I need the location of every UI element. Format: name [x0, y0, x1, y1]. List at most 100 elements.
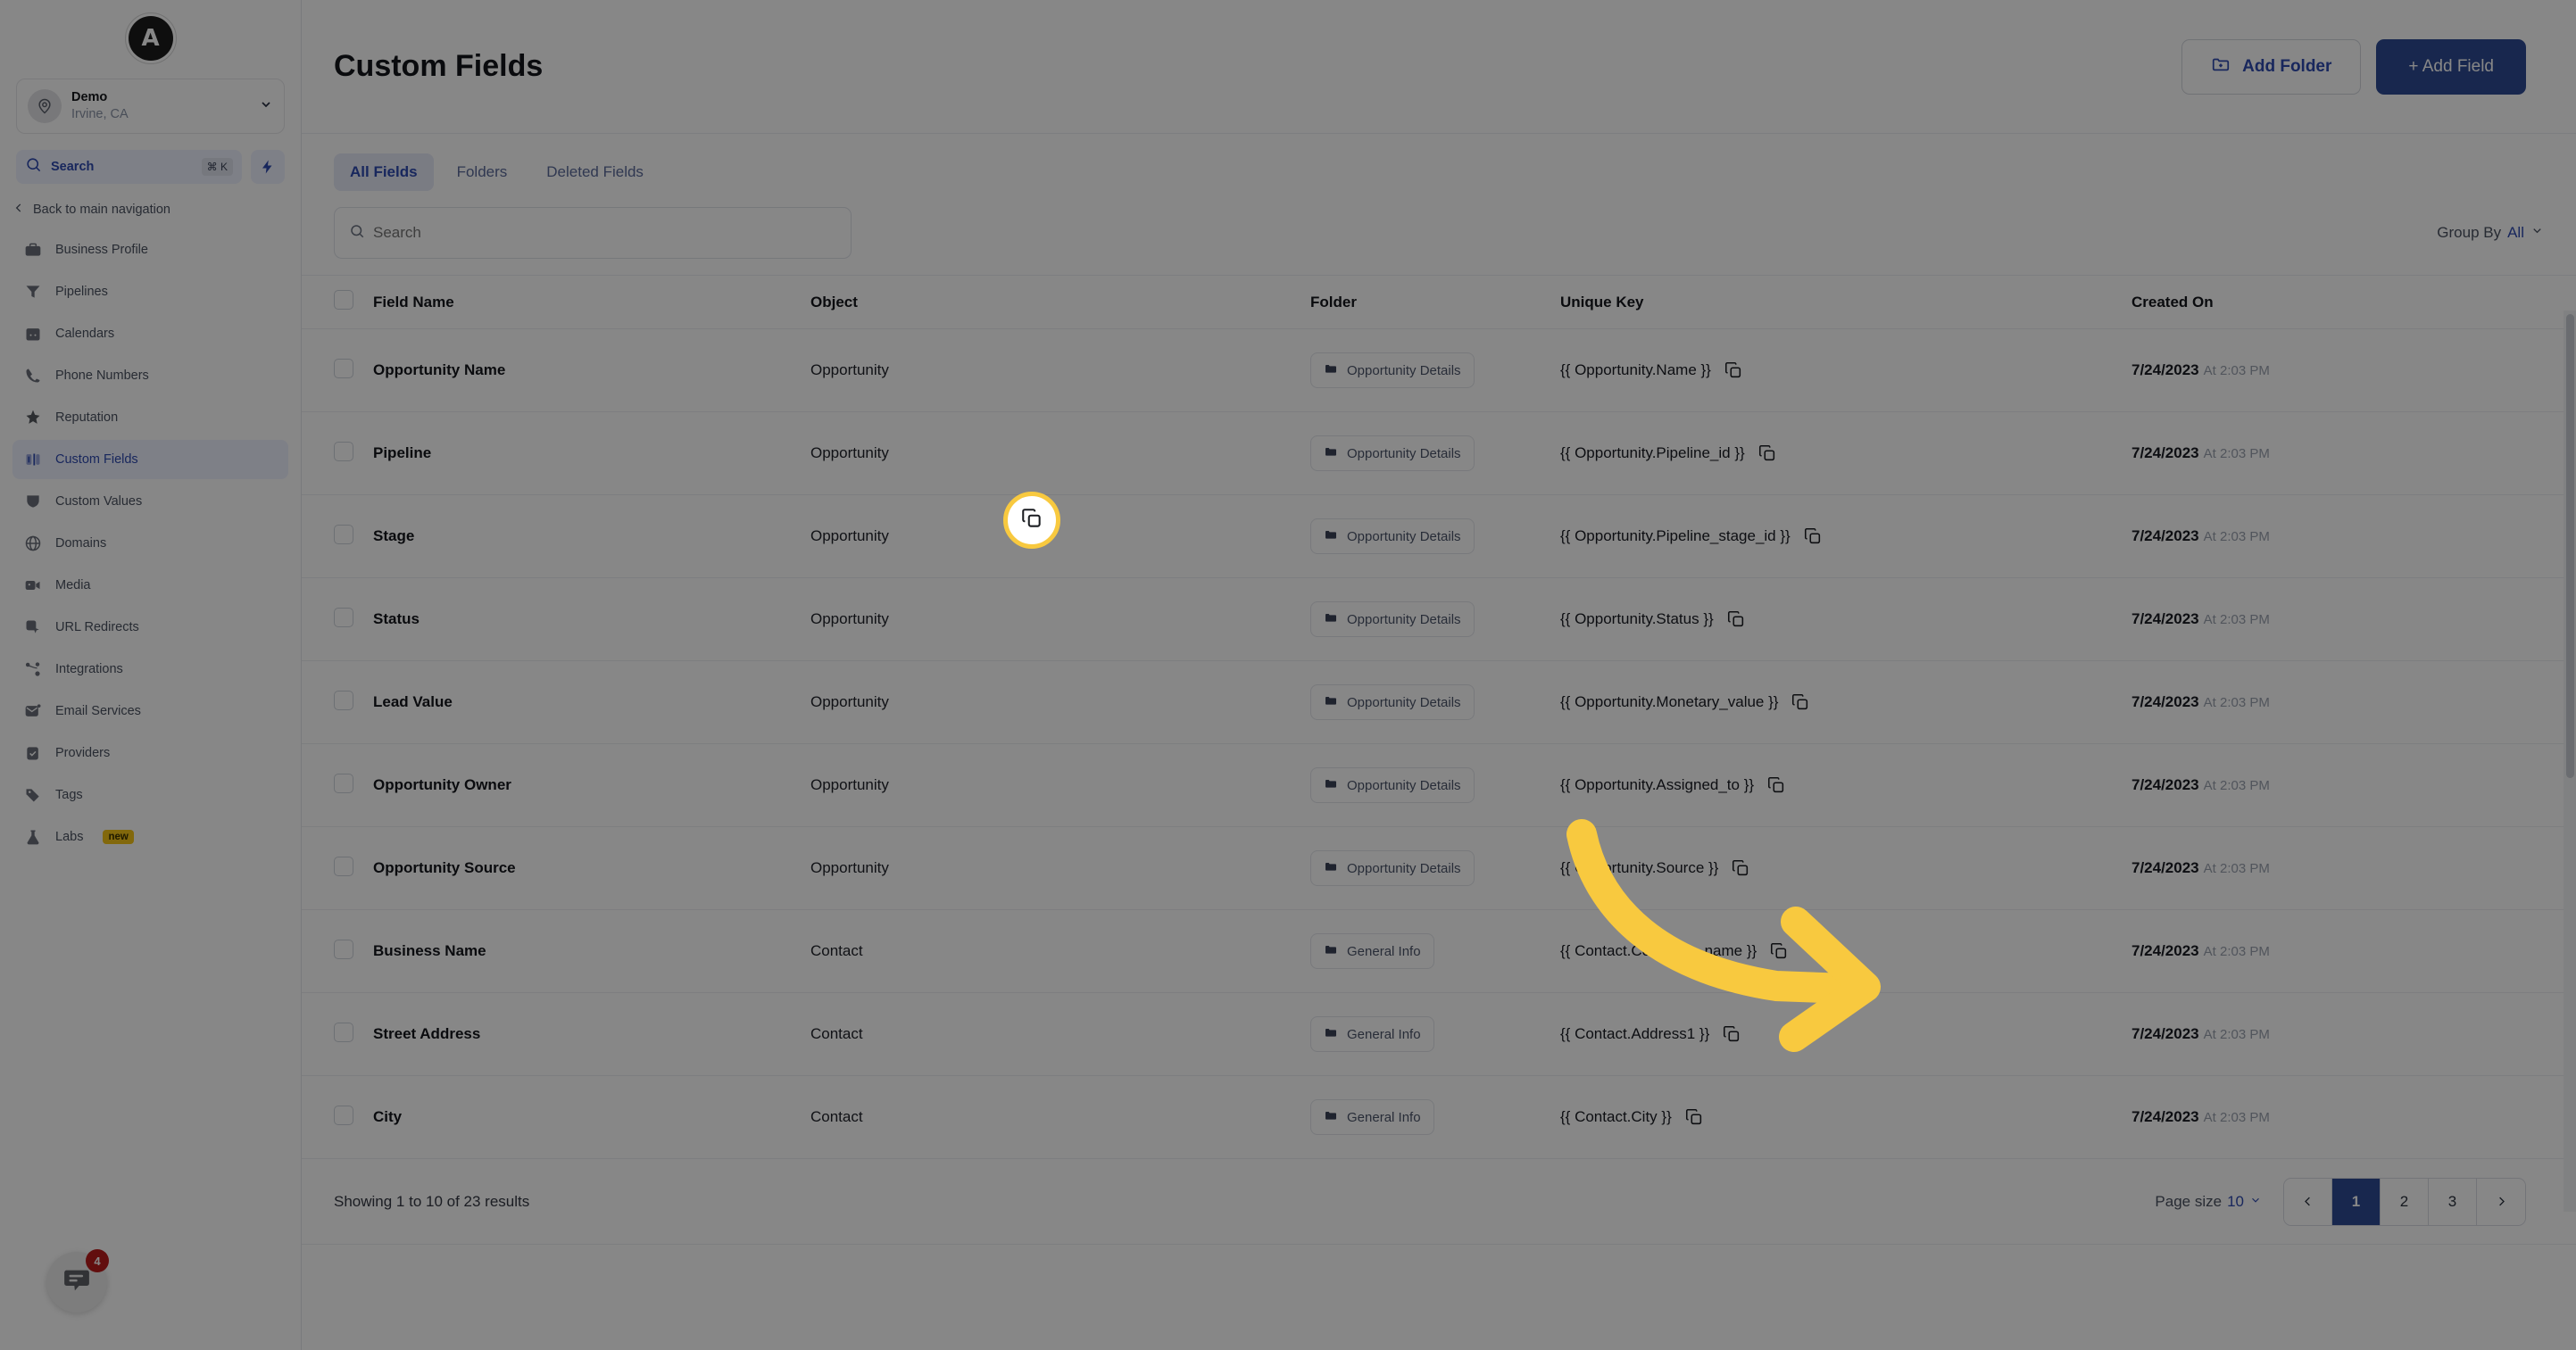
folder-chip[interactable]: Opportunity Details: [1310, 435, 1475, 471]
row-checkbox[interactable]: [334, 939, 353, 959]
folder-chip[interactable]: General Info: [1310, 1099, 1434, 1135]
row-checkbox[interactable]: [334, 358, 353, 378]
sidebar-item-reputation[interactable]: Reputation: [12, 398, 288, 437]
location-switcher[interactable]: Demo Irvine, CA: [16, 79, 285, 134]
created-date: 7/24/2023: [2131, 1108, 2199, 1125]
sidebar-item-domains[interactable]: Domains: [12, 524, 288, 563]
back-to-main-navigation[interactable]: Back to main navigation: [12, 202, 285, 218]
table-row[interactable]: Business Name Contact General Info {{ Conta…: [302, 909, 2576, 993]
row-checkbox[interactable]: [334, 441, 353, 461]
sidebar-item-tags[interactable]: Tags: [12, 775, 288, 815]
row-checkbox[interactable]: [334, 856, 353, 876]
copy-icon[interactable]: [1724, 360, 1743, 380]
select-all-checkbox[interactable]: [334, 290, 353, 310]
group-by-control[interactable]: Group By All: [2437, 224, 2544, 242]
sidebar-item-url-redirects[interactable]: URL Redirects: [12, 608, 288, 647]
search-box[interactable]: [334, 207, 852, 259]
copy-icon[interactable]: [1766, 775, 1786, 795]
sidebar-item-custom-fields[interactable]: Custom Fields: [12, 440, 288, 479]
pagination-page-2[interactable]: 2: [2381, 1178, 2429, 1225]
cell-unique-key: {{ Opportunity.Monetary_value }}: [1560, 660, 2131, 744]
sidebar-item-labs[interactable]: Labs new: [12, 817, 288, 857]
sidebar-item-email-services[interactable]: Email Services: [12, 692, 288, 731]
table-row[interactable]: Street Address Contact General Info {{ Cont…: [302, 992, 2576, 1076]
folder-chip[interactable]: Opportunity Details: [1310, 352, 1475, 388]
add-field-button[interactable]: + Add Field: [2376, 38, 2526, 95]
custom-fields-icon: [23, 450, 43, 469]
table-row[interactable]: Opportunity Name Opportunity Opportunity D…: [302, 328, 2576, 412]
row-checkbox[interactable]: [334, 524, 353, 544]
tab-deleted-fields[interactable]: Deleted Fields: [530, 153, 660, 191]
row-checkbox[interactable]: [334, 607, 353, 627]
cell-unique-key: {{ Opportunity.Pipeline_id }}: [1560, 411, 2131, 495]
row-checkbox[interactable]: [334, 773, 353, 793]
page-size-control[interactable]: Page size 10: [2155, 1193, 2262, 1211]
unique-key-text: {{ Contact.Company_name }}: [1560, 942, 1757, 959]
row-checkbox[interactable]: [334, 1022, 353, 1042]
pagination-next-button[interactable]: [2477, 1178, 2525, 1225]
pagination-page-3[interactable]: 3: [2429, 1178, 2477, 1225]
sidebar-item-custom-values[interactable]: Custom Values: [12, 482, 288, 521]
table-row[interactable]: Pipeline Opportunity Opportunity Details {{…: [302, 411, 2576, 495]
pagination-page-1[interactable]: 1: [2332, 1178, 2381, 1225]
copy-icon[interactable]: [1757, 443, 1777, 463]
sidebar-item-media[interactable]: Media: [12, 566, 288, 605]
table-row[interactable]: Opportunity Source Opportunity Opportunity…: [302, 826, 2576, 910]
unique-key-group: {{ Opportunity.Status }}: [1560, 609, 2131, 629]
search-button[interactable]: Search ⌘ K: [16, 150, 242, 184]
pagination-prev-button[interactable]: [2284, 1178, 2332, 1225]
field-name-text: Lead Value: [373, 693, 453, 710]
copy-icon[interactable]: [1803, 526, 1823, 546]
table-row[interactable]: Opportunity Owner Opportunity Opportunity …: [302, 743, 2576, 827]
search-input[interactable]: [373, 224, 836, 242]
folder-chip[interactable]: General Info: [1310, 933, 1434, 969]
folder-chip[interactable]: Opportunity Details: [1310, 601, 1475, 637]
add-folder-button[interactable]: Add Folder: [2181, 38, 2362, 95]
cell-folder: Opportunity Details: [1310, 743, 1560, 827]
sidebar-item-providers[interactable]: Providers: [12, 733, 288, 773]
folder-chip[interactable]: Opportunity Details: [1310, 767, 1475, 803]
lightning-bolt-icon[interactable]: [251, 150, 285, 184]
row-checkbox[interactable]: [334, 690, 353, 710]
folder-chip[interactable]: Opportunity Details: [1310, 684, 1475, 720]
column-header-folder[interactable]: Folder: [1310, 275, 1560, 329]
created-date: 7/24/2023: [2131, 610, 2199, 627]
object-text: Contact: [810, 1108, 863, 1125]
sidebar-item-phone-numbers[interactable]: Phone Numbers: [12, 356, 288, 395]
row-checkbox[interactable]: [334, 1105, 353, 1125]
folder-chip[interactable]: Opportunity Details: [1310, 518, 1475, 554]
chat-widget-button[interactable]: 4: [46, 1249, 109, 1313]
column-header-field-name[interactable]: Field Name: [373, 275, 810, 329]
tab-all-fields[interactable]: All Fields: [334, 153, 434, 191]
copy-icon[interactable]: [1684, 1107, 1704, 1127]
map-pin-icon: [28, 89, 62, 123]
copy-icon[interactable]: [1769, 941, 1789, 961]
copy-icon[interactable]: [1731, 858, 1750, 878]
copy-icon[interactable]: [1722, 1024, 1741, 1044]
table-row[interactable]: City Contact General Info {{ Contact.City }…: [302, 1075, 2576, 1159]
column-header-unique-key[interactable]: Unique Key: [1560, 275, 2131, 329]
tab-folders[interactable]: Folders: [441, 153, 524, 191]
folder-chip[interactable]: Opportunity Details: [1310, 850, 1475, 886]
copy-icon[interactable]: [1726, 609, 1746, 629]
vertical-scrollbar-thumb[interactable]: [2566, 314, 2574, 778]
table-body: Opportunity Name Opportunity Opportunity D…: [302, 328, 2576, 1159]
column-header-object[interactable]: Object: [810, 275, 1310, 329]
created-time: At 2:03 PM: [2203, 861, 2270, 876]
table-row[interactable]: Lead Value Opportunity Opportunity Details…: [302, 660, 2576, 744]
sidebar-item-calendars[interactable]: Calendars: [12, 314, 288, 353]
sidebar-item-integrations[interactable]: Integrations: [12, 650, 288, 689]
row-select-cell: [302, 743, 373, 827]
unique-key-text: {{ Contact.City }}: [1560, 1108, 1672, 1125]
folder-label: Opportunity Details: [1347, 611, 1461, 627]
column-header-created-on[interactable]: Created On: [2131, 275, 2576, 329]
copy-icon[interactable]: [1791, 692, 1810, 712]
app-logo[interactable]: A: [0, 0, 301, 68]
sidebar-item-business-profile[interactable]: Business Profile: [12, 230, 288, 269]
chevron-down-icon[interactable]: [259, 97, 273, 115]
table-row[interactable]: Stage Opportunity Opportunity Details {{ Op…: [302, 494, 2576, 578]
sidebar-item-pipelines[interactable]: Pipelines: [12, 272, 288, 311]
table-row[interactable]: Status Opportunity Opportunity Details {{ O…: [302, 577, 2576, 661]
pagination-area: Page size 10 1 2 3: [2155, 1177, 2526, 1226]
folder-chip[interactable]: General Info: [1310, 1016, 1434, 1052]
